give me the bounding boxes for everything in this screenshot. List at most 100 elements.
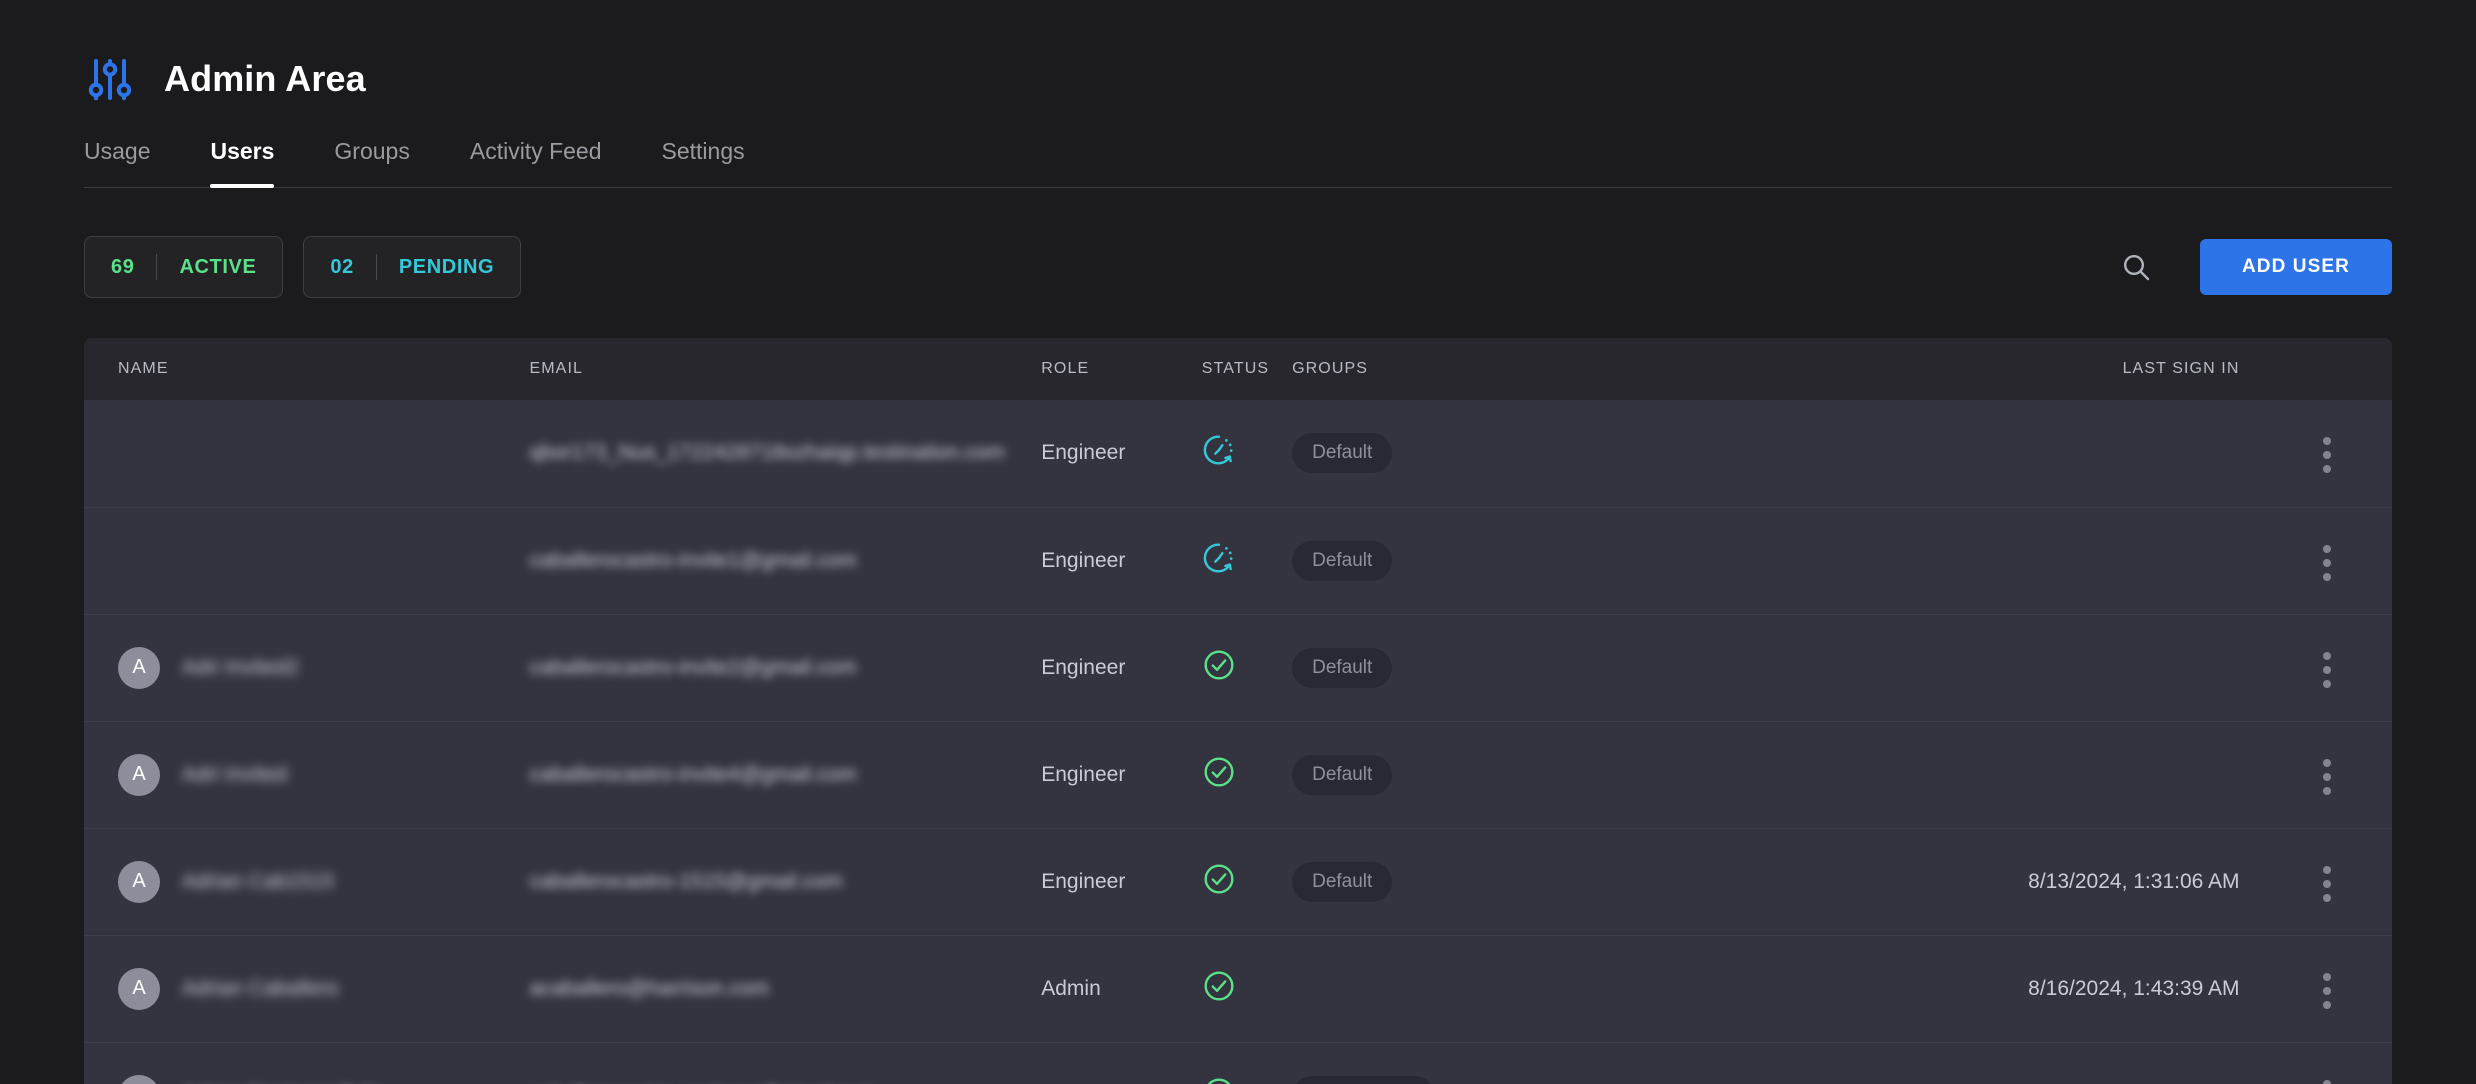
row-menu-icon[interactable] (2317, 753, 2337, 801)
cell-last-sign-in (1840, 720, 2262, 828)
cell-email: caballerocastro-invite1@gmail.com (515, 506, 1028, 614)
status-icon-active (1202, 970, 1236, 1008)
column-header-actions (2261, 338, 2392, 400)
user-email: acaballero@harrison.com (529, 976, 770, 1000)
page-title: Admin Area (164, 58, 366, 99)
cell-email: caballerocastro-invite2@gmail.com (515, 613, 1028, 721)
tab-groups[interactable]: Groups (334, 138, 409, 187)
group-badge[interactable]: Default (1292, 647, 1393, 688)
user-role: Engineer (1041, 548, 1126, 572)
row-menu-icon[interactable] (2317, 967, 2337, 1015)
cell-status (1187, 1041, 1279, 1084)
chip-divider (156, 254, 158, 280)
cell-actions (2261, 613, 2392, 721)
cell-role: Engineer (1027, 506, 1188, 614)
user-email: caballerocastro-invite4@gmail.com (529, 762, 857, 786)
cell-email: caballerocastro-engineer@gmail.com (515, 1041, 1028, 1084)
cell-name: A Adrian Engineer Role (84, 1041, 516, 1084)
cell-groups: Default (1278, 827, 1841, 935)
table-row[interactable]: caballerocastro-invite1@gmail.com Engine… (84, 506, 2392, 614)
cell-name: A Adri Invited (84, 720, 516, 828)
user-email: caballerocastro-invite1@gmail.com (529, 548, 857, 572)
user-name: Adrian Cab1515 (182, 869, 334, 893)
users-toolbar: 69 ACTIVE 02 PENDING ADD USER (84, 236, 2392, 298)
last-sign-in-value: 8/16/2024, 1:43:39 AM (2028, 976, 2240, 1000)
filter-chip-active[interactable]: 69 ACTIVE (84, 236, 284, 298)
cell-name: A Adrian Cab1515 (84, 827, 516, 935)
user-name: Adri Invited2 (182, 655, 299, 679)
tab-settings[interactable]: Settings (662, 138, 745, 187)
toolbar-actions: ADD USER (2114, 239, 2392, 295)
cell-status (1188, 400, 1278, 507)
search-icon[interactable] (2114, 245, 2158, 289)
status-icon-active (1202, 649, 1236, 687)
table-row[interactable]: qbor173_Nus_1722428718ozhaiqp.testinatio… (84, 400, 2392, 507)
row-menu-icon[interactable] (2317, 646, 2337, 694)
user-email: caballerocastro-1515@gmail.com (529, 869, 843, 893)
table-row[interactable]: A Adrian Caballero acaballero@harrison.c… (84, 934, 2392, 1042)
cell-actions (2262, 400, 2393, 507)
cell-last-sign-in: 8/14/2024, 8:15:37 AM (1840, 1041, 2262, 1084)
user-role: Admin (1041, 976, 1101, 1000)
user-role: Engineer (1041, 869, 1126, 893)
cell-email: acaballero@harrison.com (515, 934, 1028, 1042)
column-header-status: STATUS (1187, 338, 1279, 400)
sliders-icon (84, 53, 136, 105)
row-menu-icon[interactable] (2317, 431, 2337, 479)
user-role: Engineer (1041, 441, 1126, 465)
cell-last-sign-in: 8/16/2024, 1:43:39 AM (1840, 934, 2262, 1042)
cell-groups: Default (1278, 613, 1841, 721)
column-header-role: ROLE (1027, 338, 1188, 400)
cell-last-sign-in (1840, 506, 2262, 614)
cell-name: A Adrian Caballero (84, 934, 516, 1042)
cell-role: Engineer (1027, 720, 1188, 828)
user-email: qbor173_Nus_1722428718ozhaiqp.testinatio… (529, 441, 1005, 465)
cell-status (1187, 720, 1279, 828)
row-menu-icon[interactable] (2317, 860, 2337, 908)
group-badge[interactable]: Default (1292, 433, 1393, 474)
table-row[interactable]: A Adri Invited2 caballerocastro-invite2@… (84, 613, 2392, 721)
users-table: NAME EMAIL ROLE STATUS GROUPS LAST SIGN … (84, 338, 2392, 1084)
pending-label: PENDING (398, 255, 495, 278)
tab-users[interactable]: Users (210, 138, 274, 188)
cell-name (84, 506, 516, 614)
table-header-row: NAME EMAIL ROLE STATUS GROUPS LAST SIGN … (84, 338, 2392, 400)
column-header-name: NAME (84, 338, 516, 400)
add-user-button[interactable]: ADD USER (2199, 239, 2392, 295)
user-email: caballerocastro-invite2@gmail.com (529, 655, 857, 679)
cell-last-sign-in (1840, 613, 2262, 721)
tab-activity-feed[interactable]: Activity Feed (470, 138, 602, 187)
cell-last-sign-in: 8/13/2024, 1:31:06 AM (1840, 827, 2262, 935)
cell-email: qbor173_Nus_1722428718ozhaiqp.testinatio… (515, 400, 1027, 507)
group-badge[interactable]: jr-test-group (1292, 1075, 1435, 1084)
active-count: 69 (111, 255, 135, 278)
tab-usage[interactable]: Usage (84, 138, 150, 187)
main-tabs: Usage Users Groups Activity Feed Setting… (84, 120, 2392, 188)
column-header-groups: GROUPS (1278, 338, 1841, 400)
group-badge[interactable]: Default (1292, 861, 1393, 902)
table-row[interactable]: A Adrian Cab1515 caballerocastro-1515@gm… (84, 827, 2392, 935)
table-row[interactable]: A Adrian Engineer Role caballerocastro-e… (84, 1041, 2392, 1084)
cell-role: Engineer (1027, 1041, 1188, 1084)
group-badge[interactable]: Default (1292, 754, 1393, 795)
cell-email: caballerocastro-invite4@gmail.com (515, 720, 1028, 828)
cell-actions (2261, 720, 2392, 828)
row-menu-icon[interactable] (2317, 539, 2337, 587)
pending-count: 02 (330, 255, 354, 278)
table-row[interactable]: A Adri Invited caballerocastro-invite4@g… (84, 720, 2392, 828)
column-header-email: EMAIL (515, 338, 1028, 400)
cell-role: Admin (1027, 934, 1188, 1042)
cell-role: Engineer (1027, 827, 1188, 935)
cell-actions (2261, 934, 2392, 1042)
cell-actions (2261, 1041, 2392, 1084)
user-role: Engineer (1041, 762, 1126, 786)
avatar: A (118, 753, 160, 796)
cell-actions (2261, 506, 2392, 614)
cell-groups: Default (1278, 506, 1841, 614)
row-menu-icon[interactable] (2317, 1074, 2337, 1084)
avatar: A (118, 646, 160, 689)
chip-divider (375, 254, 377, 280)
filter-chip-pending[interactable]: 02 PENDING (303, 236, 522, 298)
avatar: A (118, 1074, 160, 1084)
group-badge[interactable]: Default (1292, 540, 1393, 581)
